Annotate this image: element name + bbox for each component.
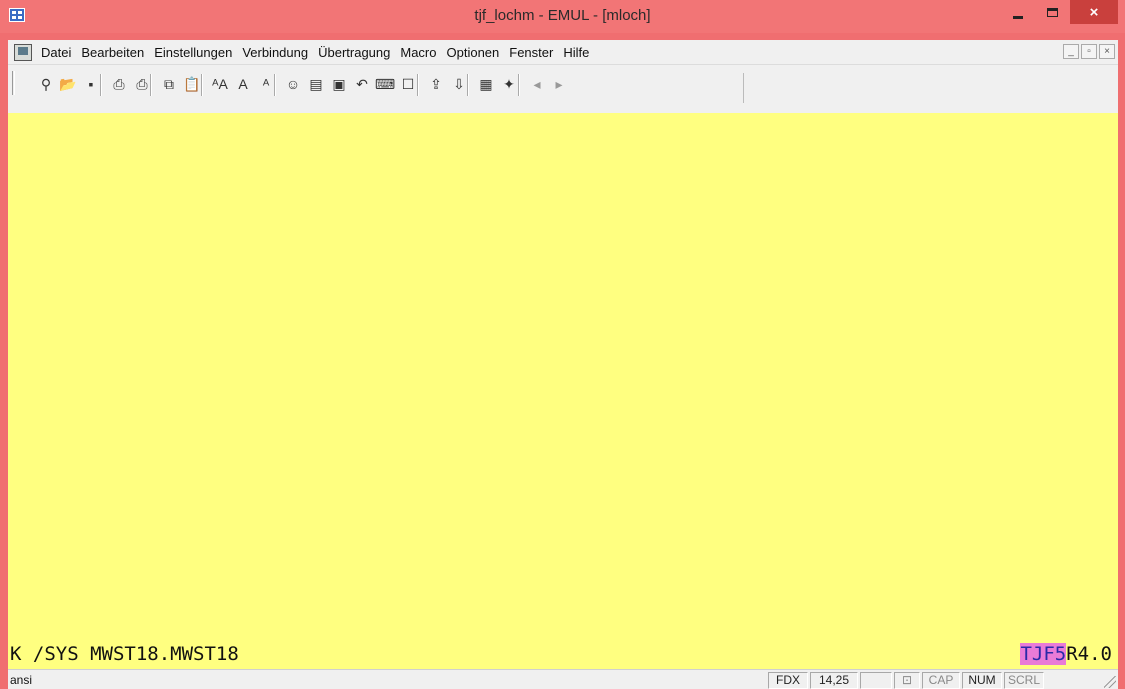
terminal-status-line: K /SYS MWST18.MWST18 TJF5R4.0 <box>8 642 1118 666</box>
menu-macro[interactable]: Macro <box>395 45 441 60</box>
terminal-command-text: K /SYS MWST18.MWST18 <box>10 643 239 665</box>
status-lock-icon: ⊡ <box>894 672 920 689</box>
undo-icon[interactable]: ↶ <box>352 74 372 94</box>
keyboard-icon[interactable]: ⌨ <box>375 74 395 94</box>
status-num: NUM <box>962 672 1002 689</box>
resize-grip[interactable] <box>1104 676 1116 688</box>
toolbar: ⚲ 📂 ▪ ⎙ ⎙ ⧉ 📋 ᴬA Aᴬ ☺ ▤ ▣ ↶ ⌨ ☐ ⇪ ⇩ ▦ ✦ ◂ ▸ <box>8 64 1118 113</box>
toolbar-grip[interactable] <box>12 71 15 95</box>
maximize-button[interactable] <box>1035 0 1069 24</box>
transfer-send-icon[interactable]: ⇪ <box>426 74 446 94</box>
copy-icon[interactable]: ⧉ <box>159 74 179 94</box>
terminal-version-suffix: R4.0 <box>1066 643 1112 665</box>
menu-bearbeiten[interactable]: Bearbeiten <box>76 45 149 60</box>
menu-einstellungen[interactable]: Einstellungen <box>149 45 237 60</box>
transfer-receive-icon[interactable]: ⇩ <box>449 74 469 94</box>
terminal-screen[interactable]: K /SYS MWST18.MWST18 TJF5R4.0 <box>8 113 1118 669</box>
font-smaller-icon[interactable]: ᴬ <box>256 74 276 94</box>
mdi-close-button[interactable]: × <box>1099 44 1115 59</box>
status-encoding: ansi <box>10 673 33 687</box>
close-icon: × <box>1089 3 1099 21</box>
mdi-restore-button[interactable]: ▫ <box>1081 44 1097 59</box>
paste-icon[interactable]: 📋 <box>182 74 202 94</box>
menu-hilfe[interactable]: Hilfe <box>558 45 594 60</box>
status-cap: CAP <box>922 672 960 689</box>
connect-icon[interactable]: ⚲ <box>36 74 56 94</box>
menu-datei[interactable]: Datei <box>36 45 76 60</box>
menu-uebertragung[interactable]: Übertragung <box>313 45 395 60</box>
screen-settings-icon[interactable]: ▤ <box>306 74 326 94</box>
toolbar-separator <box>518 74 520 96</box>
font-larger-icon[interactable]: A <box>233 74 253 94</box>
minimize-button[interactable] <box>1001 0 1035 24</box>
terminal-version: TJF5R4.0 <box>1020 643 1112 665</box>
menu-fenster[interactable]: Fenster <box>504 45 558 60</box>
toolbar-separator <box>100 74 102 96</box>
window-title: tjf_lochm - EMUL - [mloch] <box>474 7 651 24</box>
save-icon[interactable]: ▪ <box>81 74 101 94</box>
back-icon[interactable]: ◂ <box>527 74 547 94</box>
toolbar-separator <box>201 74 203 96</box>
maximize-icon <box>1046 7 1058 17</box>
document-system-menu-icon[interactable] <box>14 43 32 61</box>
status-scrl: SCRL <box>1004 672 1044 689</box>
status-fdx: FDX <box>768 672 808 689</box>
menu-optionen[interactable]: Optionen <box>442 45 505 60</box>
toolbar-separator <box>467 74 469 96</box>
menu-verbindung[interactable]: Verbindung <box>237 45 313 60</box>
edit-icon[interactable]: ▣ <box>329 74 349 94</box>
macro-icon[interactable]: ✦ <box>499 74 519 94</box>
minimize-icon <box>1013 15 1023 19</box>
properties-icon[interactable]: ☐ <box>398 74 418 94</box>
toolbar-separator <box>417 74 419 96</box>
forward-icon[interactable]: ▸ <box>549 74 569 94</box>
status-cursor-position: 14,25 <box>810 672 858 689</box>
open-icon[interactable]: 📂 <box>58 74 78 94</box>
keypad-icon[interactable]: ▦ <box>476 74 496 94</box>
close-button[interactable]: × <box>1070 0 1118 24</box>
mdi-minimize-button[interactable]: _ <box>1063 44 1079 59</box>
terminal-highlight-tag: TJF5 <box>1020 643 1067 665</box>
print-icon[interactable]: ⎙ <box>132 74 152 94</box>
mdi-window-controls: _ ▫ × <box>1063 44 1115 59</box>
font-select-icon[interactable]: ᴬA <box>210 74 230 94</box>
print-setup-icon[interactable]: ⎙ <box>109 74 129 94</box>
status-bar: ansi FDX 14,25 ⊡ CAP NUM SCRL <box>8 669 1118 689</box>
toolbar-separator <box>150 74 152 96</box>
toolbar-end-divider <box>743 73 744 103</box>
title-bar[interactable]: tjf_lochm - EMUL - [mloch] × <box>0 0 1125 33</box>
menu-bar: Datei Bearbeiten Einstellungen Verbindun… <box>8 40 1118 64</box>
toolbar-separator <box>274 74 276 96</box>
color-palette-icon[interactable]: ☺ <box>283 74 303 94</box>
status-empty-pane <box>860 672 892 689</box>
